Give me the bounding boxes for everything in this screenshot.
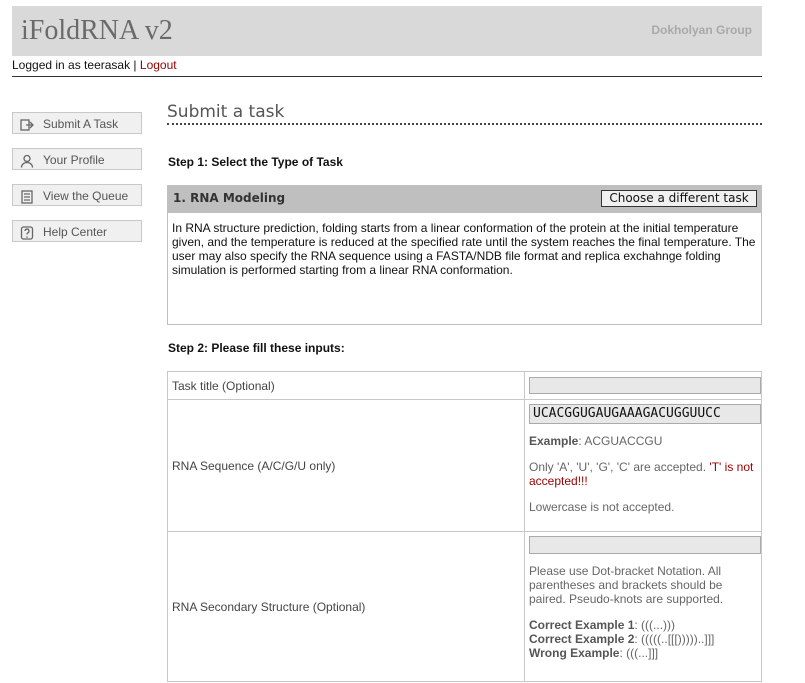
- sequence-lowercase-note: Lowercase is not accepted.: [529, 500, 675, 514]
- table-row: Task title (Optional): [167, 371, 762, 400]
- sidebar-item-view-queue[interactable]: View the Queue: [12, 184, 142, 206]
- table-row: RNA Secondary Structure (Optional) Pleas…: [167, 531, 762, 682]
- queue-icon: [20, 189, 34, 204]
- inputs-table: Task title (Optional) RNA Sequence (A/C/…: [167, 371, 762, 682]
- sidebar-item-label: View the Queue: [43, 189, 129, 203]
- secondary-structure-cell: Please use Dot-bracket Notation. All par…: [524, 531, 762, 682]
- sidebar-item-your-profile[interactable]: Your Profile: [12, 148, 142, 170]
- secondary-structure-input[interactable]: [529, 536, 761, 554]
- sidebar-item-label: Your Profile: [43, 153, 105, 167]
- correct-example-2: Correct Example 2: (((((..[[[)))))..]]]: [529, 632, 761, 646]
- rna-sequence-label: RNA Sequence (A/C/G/U only): [167, 399, 525, 532]
- rna-sequence-input[interactable]: UCACGGUGAUGAAAGACUGGUUCC: [529, 404, 761, 424]
- login-separator: |: [130, 58, 140, 72]
- task-description: In RNA structure prediction, folding sta…: [172, 221, 756, 277]
- login-status: Logged in as teerasak: [12, 58, 131, 72]
- task-title-label: Task title (Optional): [167, 371, 525, 400]
- correct-example-1-value: : (((...))): [634, 618, 676, 632]
- correct-example-2-label: Correct Example 2: [529, 632, 635, 646]
- sequence-example: Example: ACGUACCGU: [529, 434, 761, 448]
- page-title: Submit a task: [167, 102, 285, 122]
- site-header: iFoldRNA v2 Dokholyan Group: [12, 6, 762, 56]
- wrong-example-value: : (((...]]]: [619, 646, 659, 660]
- secondary-structure-label: RNA Secondary Structure (Optional): [167, 531, 525, 682]
- user-icon: [20, 153, 34, 168]
- sequence-example-label: Example: [529, 434, 579, 448]
- help-icon: [20, 225, 34, 240]
- choose-different-task-button[interactable]: Choose a different task: [601, 190, 757, 207]
- submit-icon: [20, 117, 34, 131]
- step-2-heading: Step 2: Please fill these inputs:: [168, 341, 345, 355]
- table-row: RNA Sequence (A/C/G/U only) UCACGGUGAUGA…: [167, 399, 762, 532]
- sequence-example-value: : ACGUACCGU: [578, 434, 663, 448]
- task-name: 1. RNA Modeling: [173, 191, 286, 205]
- correct-example-1: Correct Example 1: (((...))): [529, 618, 761, 632]
- dot-bracket-note: Please use Dot-bracket Notation. All par…: [529, 564, 724, 606]
- task-panel-header: 1. RNA Modeling Choose a different task: [168, 186, 761, 213]
- correct-example-1-label: Correct Example 1: [529, 618, 635, 632]
- structure-examples: Correct Example 1: (((...))) Correct Exa…: [529, 618, 761, 660]
- logout-link[interactable]: Logout: [140, 58, 177, 72]
- site-logo[interactable]: iFoldRNA v2: [21, 15, 173, 47]
- sidebar-item-label: Submit A Task: [43, 117, 119, 131]
- step-1-heading: Step 1: Select the Type of Task: [168, 155, 343, 169]
- login-bar: Logged in as teerasak | Logout: [12, 56, 762, 77]
- task-title-input[interactable]: [529, 377, 761, 394]
- correct-example-2-value: : (((((..[[[)))))..]]]: [634, 632, 715, 646]
- sidebar-item-submit-task[interactable]: Submit A Task: [12, 112, 142, 134]
- title-divider: [167, 123, 762, 125]
- rna-sequence-cell: UCACGGUGAUGAAAGACUGGUUCC Example: ACGUAC…: [524, 399, 762, 532]
- task-title-cell: [524, 371, 762, 400]
- sidebar-item-label: Help Center: [43, 225, 108, 239]
- wrong-example: Wrong Example: (((...]]]: [529, 646, 761, 660]
- wrong-example-label: Wrong Example: [529, 646, 620, 660]
- sequence-allowed-note: Only 'A', 'U', 'G', 'C' are accepted. 'T…: [529, 460, 761, 488]
- sequence-allowed-text: Only 'A', 'U', 'G', 'C' are accepted.: [529, 460, 710, 474]
- group-name: Dokholyan Group: [651, 23, 752, 37]
- sidebar-item-help-center[interactable]: Help Center: [12, 220, 142, 242]
- task-panel: 1. RNA Modeling Choose a different task …: [167, 185, 762, 325]
